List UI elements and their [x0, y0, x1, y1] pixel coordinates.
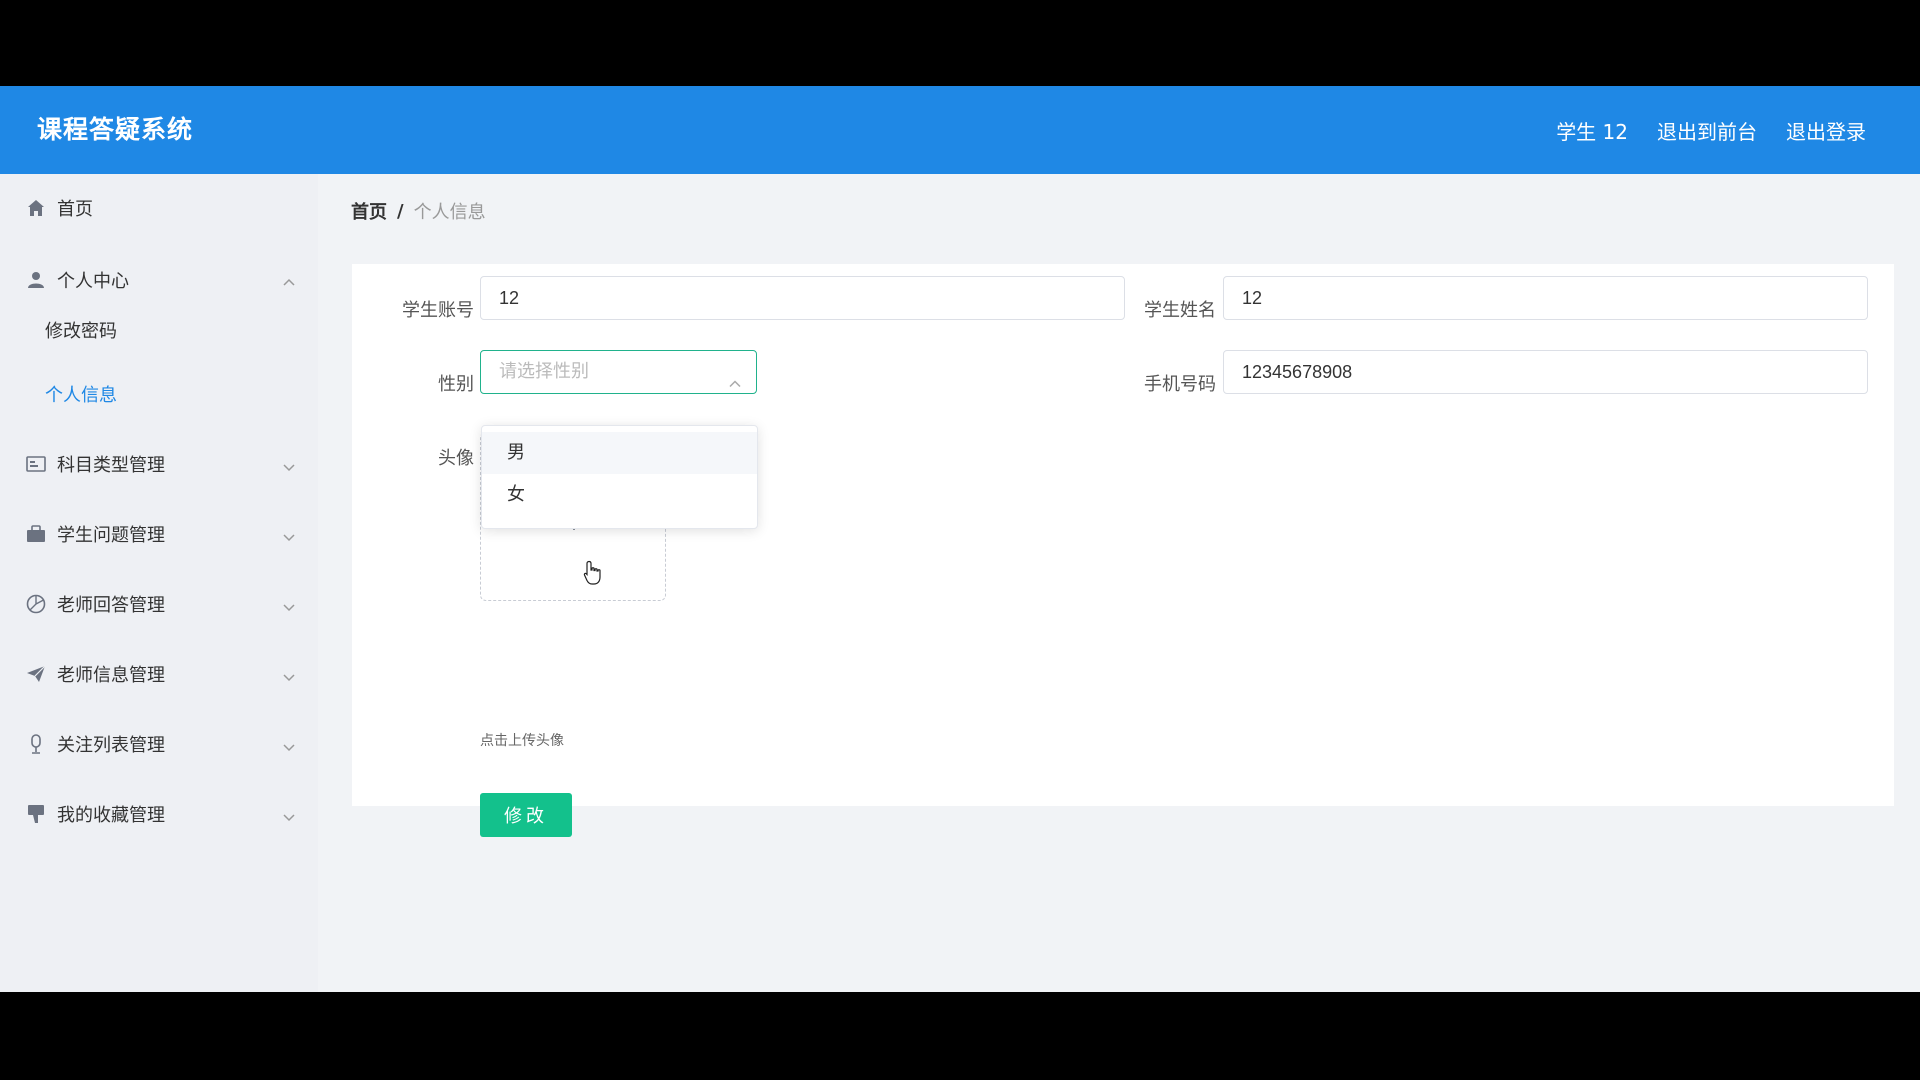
- chevron-down-icon: [283, 737, 295, 752]
- paper-plane-icon: [26, 664, 46, 684]
- name-input[interactable]: [1223, 276, 1868, 320]
- gender-select-placeholder: 请选择性别: [499, 361, 589, 382]
- sidebar-item-favorites[interactable]: 我的收藏管理: [0, 790, 318, 838]
- home-icon: [26, 198, 46, 218]
- submit-button[interactable]: 修改: [480, 793, 572, 837]
- id-card-icon: [26, 454, 46, 474]
- gender-select[interactable]: 请选择性别: [480, 350, 757, 394]
- sidebar-item-label: 老师回答管理: [57, 595, 165, 616]
- header-actions: 学生 12 退出到前台 退出登录: [1556, 86, 1866, 174]
- name-label: 学生姓名: [1144, 300, 1216, 321]
- hand-cursor-icon: [583, 560, 601, 585]
- briefcase-icon: [26, 524, 46, 544]
- thumbs-down-icon: [26, 804, 46, 824]
- sidebar-item-label: 学生问题管理: [57, 525, 165, 546]
- sidebar-item-change-password[interactable]: 修改密码: [45, 312, 117, 352]
- phone-label: 手机号码: [1144, 374, 1216, 395]
- sidebar-item-student-questions[interactable]: 学生问题管理: [0, 510, 318, 558]
- current-user-label[interactable]: 学生 12: [1556, 116, 1628, 145]
- sidebar-item-follow-list[interactable]: 关注列表管理: [0, 720, 318, 768]
- chevron-down-icon: [283, 457, 295, 472]
- account-input[interactable]: [480, 276, 1125, 320]
- account-label: 学生账号: [402, 300, 474, 321]
- sidebar-item-label: 关注列表管理: [57, 735, 165, 756]
- gender-dropdown: 男 女: [481, 425, 758, 529]
- breadcrumb-home[interactable]: 首页: [351, 198, 387, 224]
- gender-option-female[interactable]: 女: [482, 474, 757, 516]
- breadcrumb-separator: /: [397, 200, 404, 222]
- user-icon: [26, 270, 46, 290]
- gender-option-male[interactable]: 男: [482, 432, 757, 474]
- aperture-icon: [26, 594, 46, 614]
- chevron-up-icon: [283, 273, 295, 286]
- avatar-upload-hint: 点击上传头像: [480, 733, 564, 749]
- phone-input[interactable]: [1223, 350, 1868, 394]
- sidebar-item-personal-info[interactable]: 个人信息: [45, 376, 117, 416]
- top-header: 课程答疑系统 学生 12 退出到前台 退出登录: [0, 86, 1920, 174]
- chevron-down-icon: [283, 597, 295, 612]
- breadcrumb: 首页 / 个人信息: [351, 198, 486, 224]
- sidebar-item-label: 首页: [57, 199, 93, 220]
- back-to-front-link[interactable]: 退出到前台: [1657, 116, 1757, 145]
- profile-form-card: 学生账号 学生姓名 性别 请选择性别 手机号码 头像 点击上传头像 修改: [352, 264, 1894, 837]
- logout-link[interactable]: 退出登录: [1786, 116, 1866, 145]
- chevron-down-icon: [283, 527, 295, 542]
- sidebar-item-label: 老师信息管理: [57, 665, 165, 686]
- sidebar-item-personal-center[interactable]: 个人中心: [0, 256, 318, 304]
- microphone-icon: [26, 734, 46, 754]
- chevron-down-icon: [283, 807, 295, 822]
- avatar-label: 头像: [438, 448, 474, 469]
- breadcrumb-current: 个人信息: [413, 202, 486, 223]
- chevron-up-icon: [728, 365, 742, 388]
- app-window: 课程答疑系统 学生 12 退出到前台 退出登录 首页 个人中心 修改密码 个人信…: [0, 86, 1920, 992]
- sidebar: 首页 个人中心 修改密码 个人信息 科目类型管理 学生问题管理 老师回答管理 老…: [0, 174, 318, 992]
- sidebar-item-label: 我的收藏管理: [57, 805, 165, 826]
- sidebar-item-label: 个人中心: [57, 271, 129, 292]
- gender-label: 性别: [438, 374, 474, 395]
- chevron-down-icon: [283, 667, 295, 682]
- sidebar-item-label: 科目类型管理: [57, 455, 165, 476]
- sidebar-item-teacher-info[interactable]: 老师信息管理: [0, 650, 318, 698]
- sidebar-item-home[interactable]: 首页: [0, 184, 318, 232]
- app-title: 课程答疑系统: [37, 115, 194, 144]
- sidebar-item-subject-type[interactable]: 科目类型管理: [0, 440, 318, 488]
- sidebar-item-teacher-answers[interactable]: 老师回答管理: [0, 580, 318, 628]
